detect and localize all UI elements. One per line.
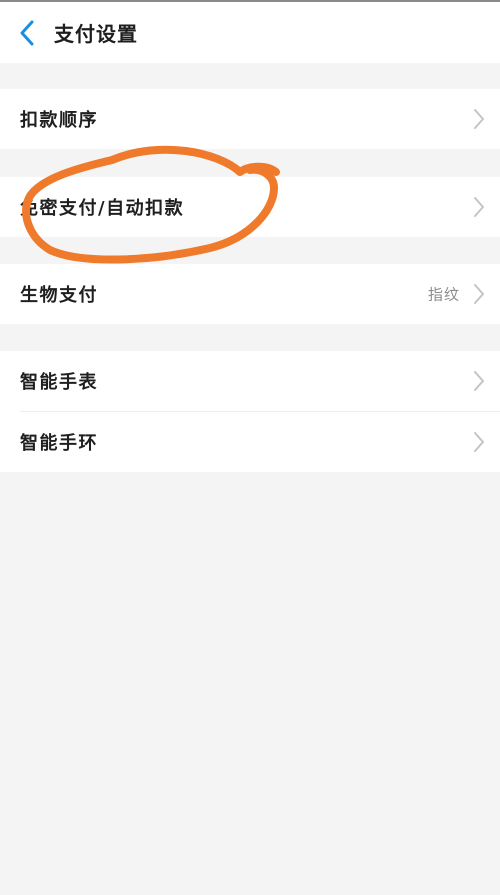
settings-row-biometric-payment[interactable]: 生物支付 指纹: [0, 264, 500, 324]
row-label: 免密支付/自动扣款: [20, 198, 185, 219]
chevron-right-icon: [474, 284, 484, 304]
settings-row-password-free-payment[interactable]: 免密支付/自动扣款: [0, 177, 500, 237]
row-value: 指纹: [427, 285, 460, 304]
settings-row-smart-band[interactable]: 智能手环: [0, 412, 500, 472]
group-deduction-order: 扣款顺序: [0, 89, 500, 149]
back-button[interactable]: [0, 2, 54, 63]
navigation-bar: 支付设置: [0, 2, 500, 63]
row-label: 智能手表: [20, 372, 98, 393]
settings-row-smart-watch[interactable]: 智能手表: [0, 351, 500, 411]
group-wearables: 智能手表 智能手环: [0, 351, 500, 472]
settings-row-deduction-order[interactable]: 扣款顺序: [0, 89, 500, 149]
page-title: 支付设置: [54, 22, 138, 46]
row-label: 扣款顺序: [20, 110, 98, 131]
chevron-left-icon: [20, 20, 34, 45]
chevron-right-icon: [474, 432, 484, 452]
payment-settings-screen: 支付设置 扣款顺序 免密支付/自动扣款 生物支付 指纹 智能手表 智能手环: [0, 0, 500, 895]
chevron-right-icon: [474, 197, 484, 217]
chevron-right-icon: [474, 371, 484, 391]
chevron-right-icon: [474, 109, 484, 129]
row-label: 生物支付: [20, 285, 98, 306]
group-password-free: 免密支付/自动扣款: [0, 177, 500, 237]
group-biometric: 生物支付 指纹: [0, 264, 500, 324]
row-label: 智能手环: [20, 433, 98, 454]
